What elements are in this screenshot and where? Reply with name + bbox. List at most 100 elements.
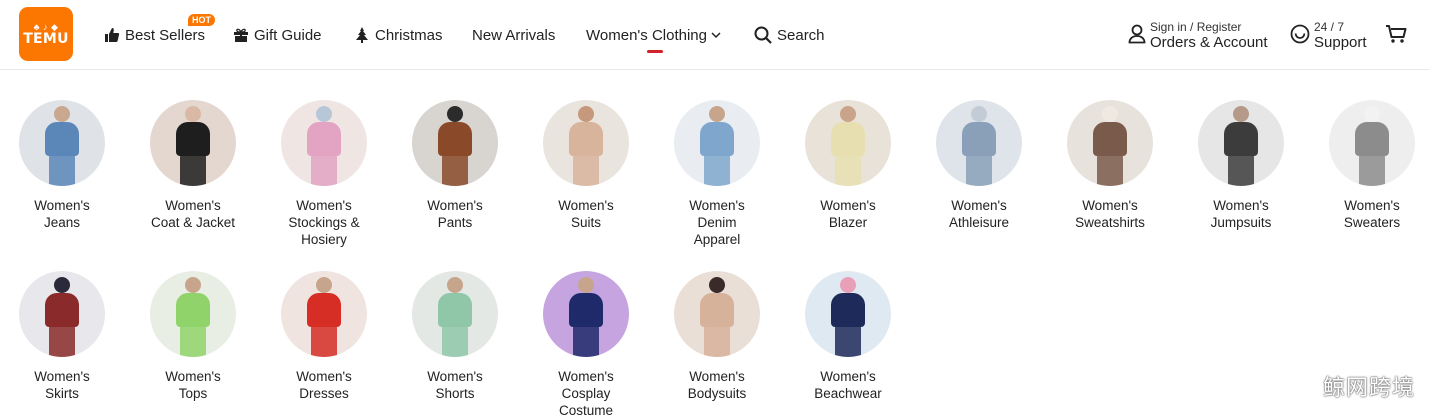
category-label-line: Sweaters: [1343, 215, 1401, 230]
category-label-line: Athleisure: [948, 215, 1010, 230]
cart-button[interactable]: [1385, 24, 1407, 49]
category-label-line: Women's: [558, 369, 614, 384]
category-item[interactable]: Women's Suits: [526, 100, 646, 231]
cart-icon: [1385, 25, 1407, 48]
category-item[interactable]: Women's Sweatshirts: [1050, 100, 1170, 231]
category-label: Women's Beachwear: [788, 368, 908, 402]
category-label-line: Skirts: [45, 386, 79, 401]
category-label-line: Women's: [820, 369, 876, 384]
category-label-line: Women's: [34, 198, 90, 213]
category-label-line: Sweatshirts: [1075, 215, 1145, 230]
category-item[interactable]: Women's Stockings & Hosiery: [264, 100, 384, 248]
nav-best-sellers-label: Best Sellers: [125, 26, 206, 44]
category-label-line: Tops: [178, 386, 208, 401]
category-label-line: Women's: [296, 369, 352, 384]
nav-christmas[interactable]: Christmas: [354, 0, 443, 70]
category-label: Women's Stockings & Hosiery: [264, 197, 384, 248]
category-image: [936, 100, 1022, 186]
category-image: [674, 100, 760, 186]
category-label-line: Hosiery: [301, 232, 347, 247]
account-menu[interactable]: Sign in / Register Orders & Account: [1128, 19, 1268, 53]
nav-gift-guide[interactable]: Gift Guide: [233, 0, 322, 70]
category-item[interactable]: Women's Denim Apparel: [657, 100, 777, 248]
user-icon: [1128, 24, 1146, 49]
category-item[interactable]: Women's Bodysuits: [657, 271, 777, 402]
support-menu[interactable]: 24 / 7 Support: [1290, 19, 1367, 53]
category-image: [674, 271, 760, 357]
category-label: Women's Pants: [395, 197, 515, 231]
category-label: Women's Skirts: [2, 368, 122, 402]
category-item[interactable]: Women's Beachwear: [788, 271, 908, 402]
category-item[interactable]: Women's Shorts: [395, 271, 515, 402]
nav-new-arrivals-label: New Arrivals: [472, 26, 556, 44]
category-image: [805, 271, 891, 357]
category-item[interactable]: Women's Jumpsuits: [1181, 100, 1301, 231]
category-item[interactable]: Women's Athleisure: [919, 100, 1039, 231]
category-item[interactable]: Women's Sweaters: [1312, 100, 1429, 231]
orders-account-label: Orders & Account: [1150, 34, 1268, 51]
category-label: Women's Bodysuits: [657, 368, 777, 402]
nav-womens-clothing[interactable]: Women's Clothing: [586, 0, 721, 70]
category-label-line: Pants: [437, 215, 473, 230]
category-image: [543, 271, 629, 357]
nav-search[interactable]: Search: [754, 0, 825, 70]
category-label-line: Women's: [951, 198, 1007, 213]
category-label: Women's Coat & Jacket: [133, 197, 253, 231]
category-label: Women's Denim Apparel: [657, 197, 777, 248]
category-item[interactable]: Women's Tops: [133, 271, 253, 402]
category-label-line: Women's: [165, 198, 221, 213]
temu-logo[interactable]: ♣ ♪ ◆ TEMU: [19, 7, 73, 61]
nav-christmas-label: Christmas: [375, 26, 443, 44]
category-label-line: Women's: [165, 369, 221, 384]
category-item[interactable]: Women's Jeans: [2, 100, 122, 231]
category-image: [1198, 100, 1284, 186]
category-label-line: Denim: [697, 215, 737, 230]
category-image: [543, 100, 629, 186]
category-label: Women's Suits: [526, 197, 646, 231]
category-label-line: Bodysuits: [687, 386, 747, 401]
category-label: Women's Cosplay Costume: [526, 368, 646, 418]
category-label-line: Beachwear: [814, 386, 882, 401]
nav-best-sellers[interactable]: Best Sellers HOT: [104, 0, 215, 70]
search-icon: [754, 26, 772, 44]
category-image: [412, 271, 498, 357]
thumbs-up-icon: [104, 27, 120, 43]
active-nav-underline: [647, 50, 663, 53]
category-label: Women's Tops: [133, 368, 253, 402]
category-label-line: Women's: [34, 369, 90, 384]
nav-womens-clothing-label: Women's Clothing: [586, 26, 707, 44]
category-label: Women's Sweaters: [1312, 197, 1429, 231]
category-image: [281, 100, 367, 186]
category-label-line: Women's: [1344, 198, 1400, 213]
nav-search-label: Search: [777, 26, 825, 44]
category-item[interactable]: Women's Coat & Jacket: [133, 100, 253, 231]
category-label-line: Shorts: [435, 386, 475, 401]
logo-glyphs: ♣ ♪ ◆: [33, 21, 59, 32]
category-image: [150, 100, 236, 186]
top-header: ♣ ♪ ◆ TEMU Best Sellers HOT Gift Guide C…: [0, 0, 1429, 70]
category-item[interactable]: Women's Pants: [395, 100, 515, 231]
category-label-line: Women's: [427, 369, 483, 384]
category-label-line: Suits: [570, 215, 601, 230]
category-label-line: Women's: [689, 369, 745, 384]
support-hours: 24 / 7: [1314, 20, 1345, 34]
category-label: Women's Shorts: [395, 368, 515, 402]
category-label-line: Women's: [820, 198, 876, 213]
category-image: [150, 271, 236, 357]
category-label: Women's Jumpsuits: [1181, 197, 1301, 231]
category-label: Women's Dresses: [264, 368, 384, 402]
hot-badge: HOT: [188, 14, 215, 26]
category-label-line: Cosplay: [561, 386, 611, 401]
category-item[interactable]: Women's Cosplay Costume: [526, 271, 646, 418]
category-label-line: Apparel: [693, 232, 741, 247]
category-item[interactable]: Women's Dresses: [264, 271, 384, 402]
category-item[interactable]: Women's Blazer: [788, 100, 908, 231]
category-label-line: Coat & Jacket: [150, 215, 236, 230]
watermark: 鲸网跨境: [1322, 376, 1415, 401]
christmas-tree-icon: [354, 26, 370, 44]
nav-new-arrivals[interactable]: New Arrivals: [472, 0, 555, 70]
support-label: Support: [1314, 34, 1367, 51]
category-item[interactable]: Women's Skirts: [2, 271, 122, 402]
category-label-line: Jeans: [43, 215, 81, 230]
category-label-line: Women's: [689, 198, 745, 213]
